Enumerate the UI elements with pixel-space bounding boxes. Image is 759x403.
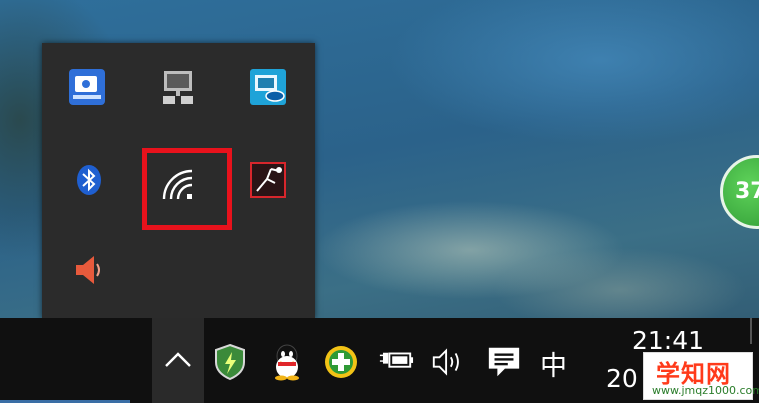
show-desktop-divider[interactable] <box>750 318 752 344</box>
volume-icon[interactable] <box>67 248 111 292</box>
clock-date[interactable]: 20 <box>606 364 638 393</box>
speaker-icon[interactable] <box>430 344 466 380</box>
app-tray-icon[interactable] <box>246 158 290 202</box>
qq-penguin-icon[interactable] <box>269 344 305 381</box>
show-hidden-icons-button[interactable] <box>152 318 204 403</box>
site-watermark: 学知网 www.jmqz1000.com <box>643 352 759 400</box>
security-shield-icon[interactable] <box>212 343 248 381</box>
watermark-url: www.jmqz1000.com <box>652 384 759 397</box>
green-plus-icon[interactable] <box>323 344 359 380</box>
input-method-indicator[interactable]: 中 <box>540 344 567 383</box>
projector-display-icon[interactable] <box>65 65 109 109</box>
action-center-icon[interactable] <box>486 344 522 380</box>
intel-graphics-icon[interactable] <box>246 65 290 109</box>
clock-time[interactable]: 21:41 <box>632 326 704 355</box>
network-adapter-icon[interactable] <box>156 65 200 109</box>
chevron-up-icon <box>163 349 193 373</box>
wifi-highlight-box <box>142 148 232 230</box>
bluetooth-icon[interactable] <box>67 158 111 202</box>
battery-power-icon[interactable] <box>378 344 414 380</box>
badge-count: 37 <box>735 179 759 204</box>
